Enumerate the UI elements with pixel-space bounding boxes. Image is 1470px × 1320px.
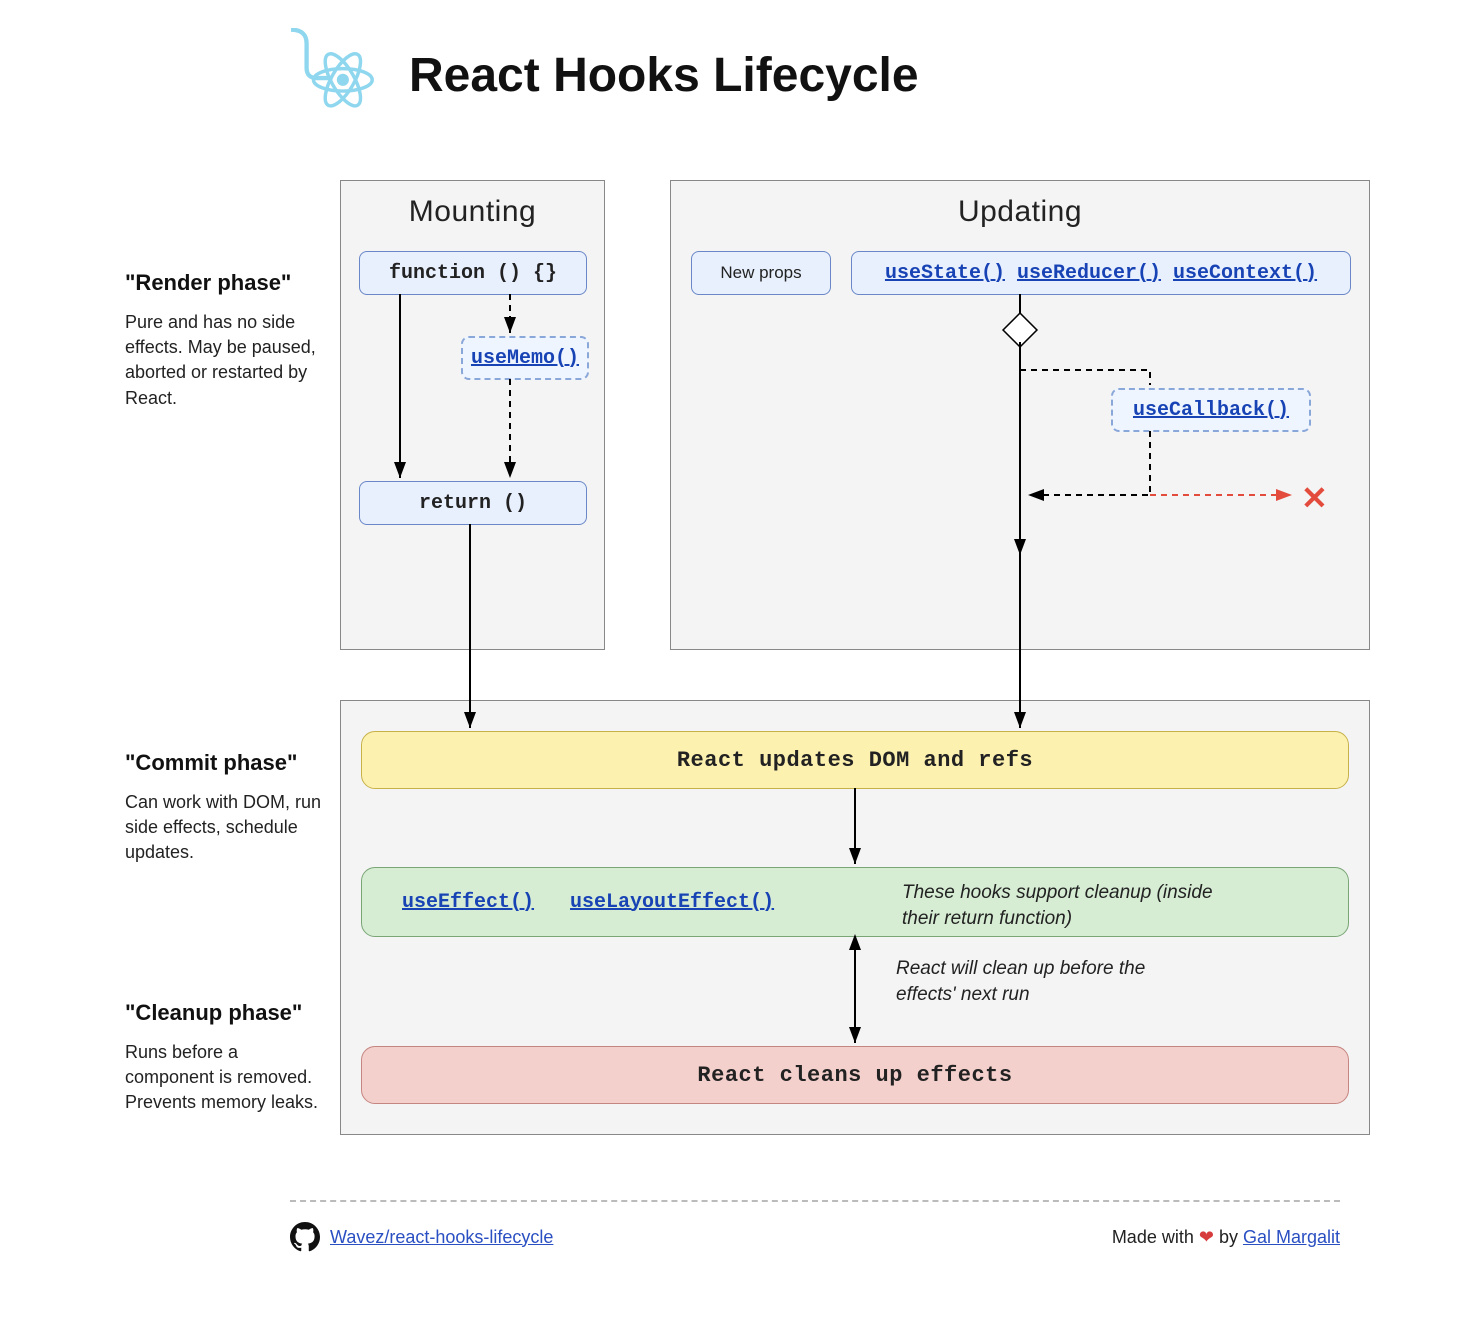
state-hooks-box: useState() useReducer() useContext() xyxy=(851,251,1351,295)
usecontext-link[interactable]: useContext() xyxy=(1173,262,1317,285)
cleanup-order-note: React will clean up before the effects' … xyxy=(896,956,1196,1007)
usecallback-box[interactable]: useCallback() xyxy=(1111,388,1311,432)
useeffect-link[interactable]: useEffect() xyxy=(402,891,534,914)
updating-title: Updating xyxy=(671,181,1369,239)
usememo-box[interactable]: useMemo() xyxy=(461,336,589,380)
author-link[interactable]: Gal Margalit xyxy=(1243,1227,1340,1247)
footer: Wavez/react-hooks-lifecycle Made with ❤ … xyxy=(290,1200,1340,1252)
cleanup-support-note: These hooks support cleanup (inside thei… xyxy=(902,880,1222,931)
react-logo-icon xyxy=(280,28,385,123)
render-phase-label: "Render phase" Pure and has no side effe… xyxy=(125,270,325,411)
uselayouteffect-link[interactable]: useLayoutEffect() xyxy=(570,891,774,914)
updating-panel: Updating New props useState() useReducer… xyxy=(670,180,1370,650)
usestate-link[interactable]: useState() xyxy=(885,262,1005,285)
usereducer-link[interactable]: useReducer() xyxy=(1017,262,1161,285)
cleanup-phase-label: "Cleanup phase" Runs before a component … xyxy=(125,1000,325,1116)
github-icon xyxy=(290,1222,320,1252)
function-body-box: function () {} xyxy=(359,251,587,295)
page-title: React Hooks Lifecycle xyxy=(409,48,919,103)
cleanup-box: React cleans up effects xyxy=(361,1046,1349,1104)
commit-panel: React updates DOM and refs useEffect() u… xyxy=(340,700,1370,1135)
heart-icon: ❤ xyxy=(1199,1227,1214,1247)
return-box: return () xyxy=(359,481,587,525)
x-icon: ✕ xyxy=(1301,479,1328,517)
mounting-title: Mounting xyxy=(341,181,604,239)
commit-phase-label: "Commit phase" Can work with DOM, run si… xyxy=(125,750,325,866)
mounting-panel: Mounting function () {} useMemo() return… xyxy=(340,180,605,650)
repo-link[interactable]: Wavez/react-hooks-lifecycle xyxy=(330,1227,553,1248)
new-props-box: New props xyxy=(691,251,831,295)
made-with: Made with ❤ by Gal Margalit xyxy=(1112,1227,1340,1248)
dom-update-box: React updates DOM and refs xyxy=(361,731,1349,789)
effect-hooks-box: useEffect() useLayoutEffect() These hook… xyxy=(361,867,1349,937)
